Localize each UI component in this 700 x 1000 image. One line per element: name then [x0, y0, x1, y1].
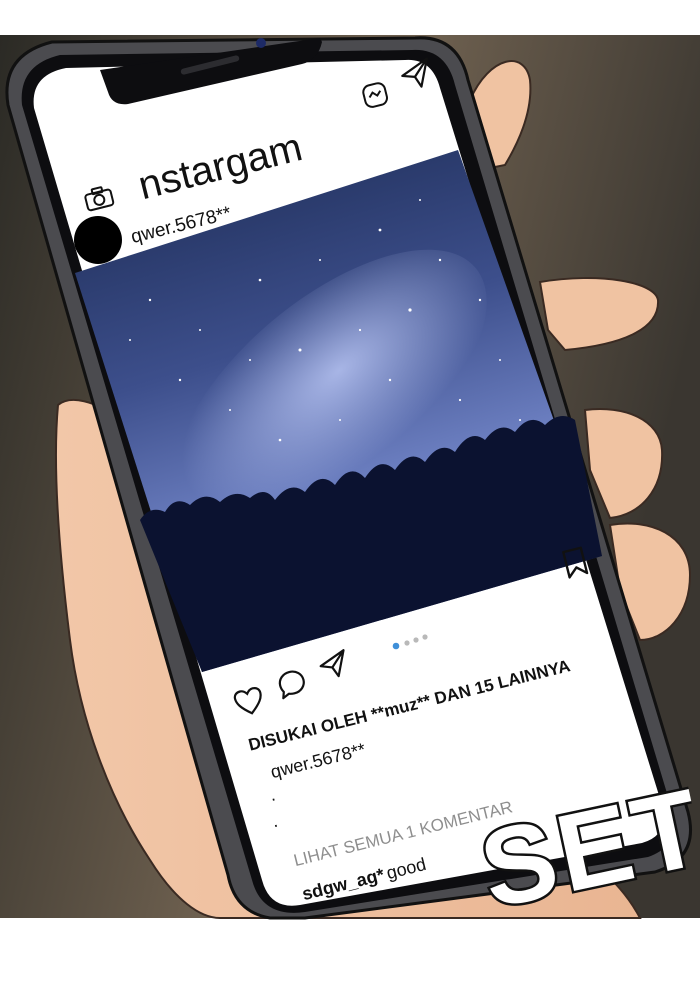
phone-camera [256, 38, 266, 48]
carousel-dot[interactable] [422, 634, 428, 640]
bottom-margin [0, 918, 700, 1000]
avatar[interactable] [74, 216, 122, 264]
carousel-dot-active[interactable] [392, 642, 400, 650]
carousel-dot[interactable] [413, 637, 419, 643]
carousel-dot[interactable] [404, 640, 410, 646]
